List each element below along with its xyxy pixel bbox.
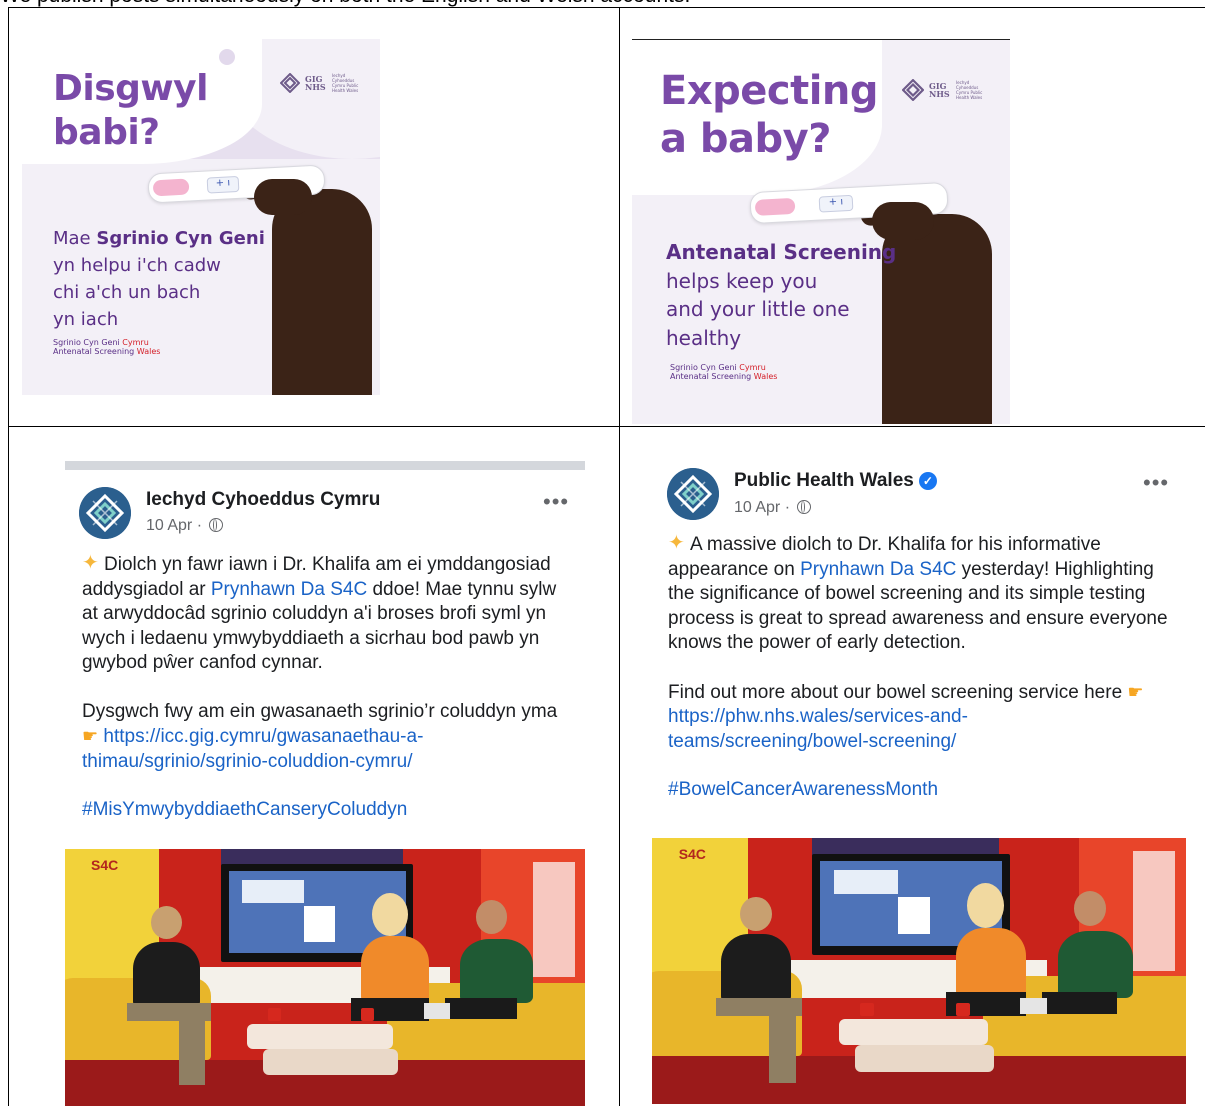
photo-shape <box>150 905 182 939</box>
prynhawn-da-link[interactable]: Prynhawn Da S4C <box>800 559 956 580</box>
post-top-bar <box>65 461 585 470</box>
photo-shape <box>132 941 201 1009</box>
photo-shape <box>854 1045 994 1073</box>
logo-small-text: Iechyd Cyhoeddus Cymru Public Health Wal… <box>332 73 359 93</box>
photo-shape <box>838 1018 989 1046</box>
brand-line-1-red: Cymru <box>122 338 149 347</box>
photo-shape <box>897 896 930 934</box>
body-line-1-prefix: Mae <box>53 228 97 249</box>
photo-shape <box>361 936 429 1004</box>
photo-shape <box>721 933 791 1003</box>
photo-shape <box>769 1002 797 1083</box>
screening-link[interactable]: https://phw.nhs.wales/services-and-teams… <box>668 706 968 752</box>
photo-shape <box>1073 891 1106 926</box>
phw-logo-icon <box>667 468 719 520</box>
brand-line-2: Antenatal Screening <box>53 347 137 356</box>
avatar[interactable] <box>79 487 131 539</box>
photo-shape <box>860 1002 874 1017</box>
logo-small-text: Iechyd Cyhoeddus Cymru Public Health Wal… <box>956 80 983 100</box>
body-line-1-bold: Sgrinio Cyn Geni <box>96 228 265 249</box>
photo-shape <box>956 1002 970 1017</box>
brand-line-1: Sgrinio Cyn Geni <box>53 338 123 347</box>
photo-shape <box>833 869 898 894</box>
body-line-2: helps keep you <box>666 268 818 293</box>
studio-photo[interactable]: S4C <box>652 838 1186 1104</box>
photo-shape <box>956 928 1026 998</box>
photo-shape <box>1132 851 1176 971</box>
more-options-icon[interactable]: ••• <box>1143 472 1169 494</box>
phw-logo-icon <box>79 487 131 539</box>
headline-line-2: babi? <box>53 112 160 153</box>
body-line-1-bold: Antenatal Screening <box>666 240 897 264</box>
welsh-antenatal-graphic: Disgwyl babi? GIG NHS Iechyd Cyhoeddus C… <box>22 39 380 395</box>
photo-shape <box>423 1003 450 1019</box>
brand-line-1-red: Cymru <box>739 363 766 372</box>
logo-text: GIG NHS <box>305 74 326 92</box>
body-line-4: yn iach <box>53 309 119 330</box>
body-line-4: healthy <box>666 325 742 350</box>
sparkle-icon <box>668 531 686 556</box>
page-name[interactable]: Iechyd Cyhoeddus Cymru <box>146 489 380 511</box>
photo-shape <box>1020 997 1048 1014</box>
photo-shape <box>1057 931 1133 998</box>
hashtag-link[interactable]: #MisYmwybyddiaethCanseryColuddyn <box>82 799 407 820</box>
english-antenatal-graphic: Expecting a baby? GIG NHS Iechyd Cyhoedd… <box>632 39 1010 424</box>
photo-shape <box>262 1049 398 1076</box>
more-options-icon[interactable]: ••• <box>543 491 569 513</box>
pointing-hand-icon: ☛ <box>82 726 99 746</box>
post-date[interactable]: 10 Apr · <box>734 499 794 516</box>
post-date[interactable]: 10 Apr · <box>146 517 206 534</box>
nhs-wales-logo: GIG NHS Iechyd Cyhoeddus Cymru Public He… <box>280 73 364 93</box>
avatar[interactable] <box>667 468 719 520</box>
table-divider-vertical <box>619 7 620 1106</box>
brand-line-1: Sgrinio Cyn Geni <box>670 363 740 372</box>
post-paragraph-2: Find out more about our bowel screening … <box>668 681 1128 703</box>
hashtag-link[interactable]: #BowelCancerAwarenessMonth <box>668 779 938 800</box>
photo-shape <box>179 1008 206 1086</box>
photo-shape <box>304 905 336 942</box>
channel-logo: S4C <box>91 856 119 873</box>
brand-line-2: Antenatal Screening <box>670 372 754 381</box>
photo-shape <box>361 1008 375 1022</box>
screening-link[interactable]: https://icc.gig.cymru/gwasanaethau-a-thi… <box>82 726 423 772</box>
photo-shape <box>247 1023 393 1050</box>
post-body: A massive diolch to Dr. Khalifa for his … <box>668 531 1168 803</box>
globe-icon <box>797 500 812 514</box>
nhs-knot-icon <box>902 79 924 101</box>
channel-logo: S4C <box>678 845 706 862</box>
table-border-top <box>8 7 1205 8</box>
table-divider-horizontal <box>8 426 1205 427</box>
photo-shape <box>444 998 518 1019</box>
photo-shape <box>1041 992 1117 1014</box>
verified-badge-icon: ✓ <box>918 472 937 490</box>
sparkle-icon <box>82 551 100 576</box>
photo-shape <box>267 1008 281 1022</box>
photo-shape <box>241 879 305 903</box>
nhs-wales-logo: GIG NHS Iechyd Cyhoeddus Cymru Public He… <box>902 79 988 101</box>
globe-icon <box>209 518 224 532</box>
photo-shape <box>460 938 533 1004</box>
headline-line-2: a baby? <box>660 116 831 162</box>
logo-text: GIG NHS <box>929 81 950 99</box>
page-name[interactable]: Public Health Wales <box>734 470 914 491</box>
nhs-knot-icon <box>280 73 300 93</box>
body-line-3: and your little one <box>666 297 850 321</box>
table-border-left <box>8 7 9 1106</box>
prynhawn-da-link[interactable]: Prynhawn Da S4C <box>211 579 367 600</box>
headline-line-1: Disgwyl <box>53 68 208 109</box>
body-line-2: yn helpu i'ch cadw <box>53 255 221 276</box>
post-body: Diolch yn fawr iawn i Dr. Khalifa am ei … <box>82 551 572 823</box>
brand-line-2-red: Wales <box>136 347 161 356</box>
photo-shape <box>533 861 575 978</box>
headline-line-1: Expecting <box>660 68 879 114</box>
post-paragraph-2: Dysgwch fwy am ein gwasanaeth sgrinio’r … <box>82 700 558 722</box>
english-facebook-post: Public Health Wales✓ 10 Apr · ••• A mass… <box>652 461 1187 1106</box>
pointing-hand-icon: ☛ <box>1127 681 1144 702</box>
photo-shape <box>475 900 507 934</box>
welsh-facebook-post: Iechyd Cyhoeddus Cymru 10 Apr · ••• Diol… <box>65 461 585 1106</box>
body-line-3: chi a'ch un bach <box>53 282 201 303</box>
photo-shape <box>740 896 773 932</box>
studio-photo[interactable]: S4C <box>65 849 585 1106</box>
brand-line-2-red: Wales <box>753 372 778 381</box>
